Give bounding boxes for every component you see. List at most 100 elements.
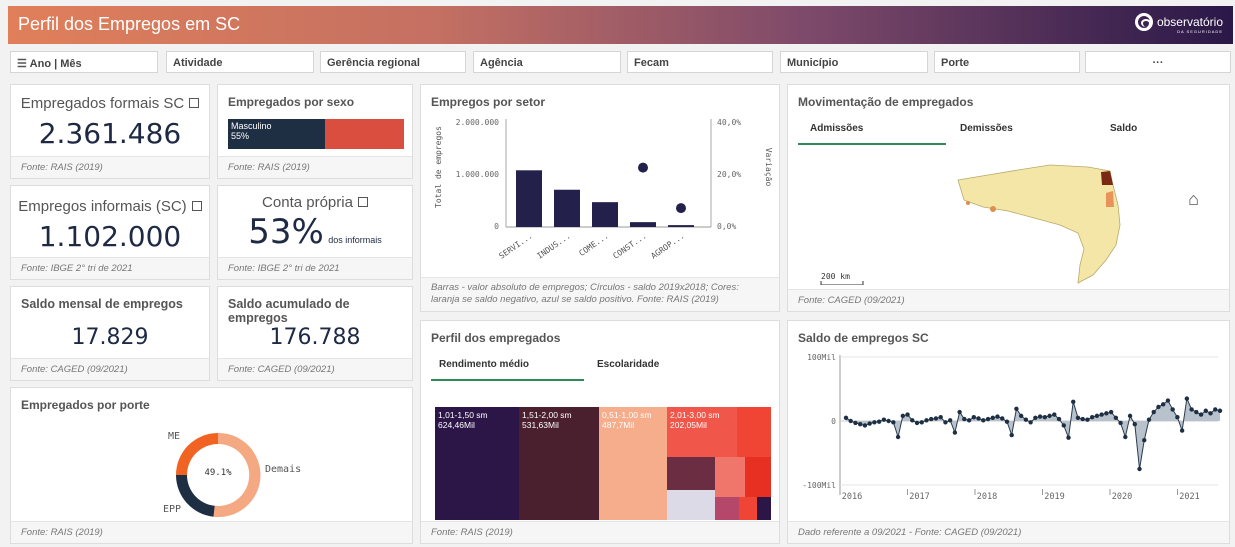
donut-center-label: 49.1%: [204, 468, 232, 478]
treemap-cell[interactable]: [667, 490, 715, 520]
sexo-bar-feminino[interactable]: [324, 119, 404, 149]
more-filters-button[interactable]: ···: [1085, 51, 1231, 73]
saldo-xtick-label: 2016: [842, 492, 862, 502]
treemap-cell[interactable]: [715, 497, 739, 520]
logo-icon: [1134, 13, 1153, 31]
setor-bar-chart[interactable]: Total de empregos Variação 2.000.000 1.0…: [421, 107, 781, 267]
saldo-point: [1142, 438, 1147, 443]
sc-map[interactable]: 200 km: [788, 145, 1231, 285]
treemap-cell[interactable]: 1,01-1,50 sm 624,46Mil: [435, 407, 519, 520]
saldo-area: [846, 398, 1220, 469]
treemap-cell[interactable]: 1,51-2,00 sm 531,63Mil: [519, 407, 599, 520]
treemap-cell[interactable]: [739, 497, 757, 520]
filter-label: Gerência regional: [327, 57, 420, 69]
setor-panel: Empregos por setor Total de empregos Var…: [420, 84, 780, 312]
setor-ytick-1: 1.000.000: [456, 170, 500, 179]
treemap-cell[interactable]: [667, 457, 715, 490]
external-link-icon[interactable]: [357, 197, 368, 207]
tab-admissoes[interactable]: Admissões: [810, 123, 863, 134]
treemap-cell[interactable]: [757, 497, 771, 520]
treemap-cell[interactable]: [745, 457, 771, 497]
perfil-treemap[interactable]: 1,01-1,50 sm 624,46Mil 1,51-2,00 sm 531,63…: [435, 407, 771, 520]
saldo-point: [1203, 408, 1208, 413]
external-link-icon[interactable]: [189, 98, 200, 108]
saldo-point: [895, 434, 901, 440]
map-region-highlight: [1106, 191, 1114, 207]
saldo-xtick-label: 2017: [909, 492, 929, 502]
setor-bar: [516, 170, 542, 227]
saldo-point: [924, 418, 929, 423]
saldo-point: [848, 418, 853, 424]
saldo-point: [1047, 413, 1052, 419]
kpi-formais-source: Fonte: RAIS (2019): [11, 156, 209, 178]
observatorio-logo[interactable]: observatório DA SEGURIDADE: [1134, 13, 1223, 34]
saldo-point: [1085, 417, 1090, 422]
mov-source: Fonte: CAGED (09/2021): [788, 289, 1229, 311]
sexo-source: Fonte: RAIS (2019): [218, 156, 412, 178]
home-icon[interactable]: ⌂: [1188, 189, 1199, 210]
saldo-point: [1014, 406, 1019, 412]
kpi-conta-propria-label: Conta própria: [218, 194, 412, 211]
saldo-line-chart[interactable]: 100Mil 0 -100Mil 2016 2017 2018 2019 2020 202…: [788, 347, 1231, 517]
saldo-point: [876, 419, 882, 424]
saldo-point: [957, 409, 962, 415]
filter-agencia[interactable]: Agência: [473, 51, 621, 73]
saldo-point: [1061, 423, 1066, 428]
saldo-xtick-label: 2019: [1044, 492, 1064, 502]
saldo-point: [1080, 416, 1085, 422]
saldo-point: [1213, 407, 1218, 412]
saldo-point: [1137, 466, 1142, 472]
saldo-point: [1028, 420, 1033, 425]
treemap-cell[interactable]: 2,01-3,00 sm 202,05Mil: [667, 407, 737, 457]
perfil-title: Perfil dos empregados: [431, 331, 561, 345]
logo-subtext: DA SEGURIDADE: [1177, 29, 1223, 34]
kpi-saldo-mensal-label: Saldo mensal de empregos: [21, 297, 183, 311]
kpi-conta-propria-panel: Conta própria 53% dos informais Fonte: I…: [217, 185, 413, 280]
saldo-point: [1160, 402, 1166, 407]
filter-label: Porte: [941, 57, 970, 69]
saldo-point: [990, 415, 995, 420]
saldo-point: [1146, 417, 1152, 422]
donut-slice-epp: [176, 475, 215, 517]
more-icon: ···: [1152, 57, 1164, 69]
saldo-point: [905, 412, 910, 417]
filter-label: Ano | Mês: [29, 58, 82, 70]
filter-label: Fecam: [634, 57, 669, 69]
saldo-point: [886, 418, 891, 424]
saldo-point: [1099, 412, 1104, 417]
filter-porte[interactable]: Porte: [934, 51, 1080, 73]
filter-fecam[interactable]: Fecam: [627, 51, 773, 73]
saldo-point: [872, 420, 877, 425]
treemap-cell[interactable]: 0,51-1,00 sm 487,7Mil: [599, 407, 667, 520]
saldo-point: [891, 420, 896, 425]
treemap-cell[interactable]: [715, 457, 745, 497]
kpi-saldo-acumulado-value: 176.788: [269, 325, 361, 350]
tab-rendimento-medio[interactable]: Rendimento médio: [439, 359, 529, 370]
filter-municipio[interactable]: Município: [780, 51, 928, 73]
filter-bar: ☰ Ano | Mês Atividade Gerência regional …: [10, 51, 1232, 73]
saldo-point: [1127, 413, 1133, 419]
donut-label-me: ME: [168, 431, 180, 442]
saldo-point: [910, 418, 915, 423]
saldo-point: [971, 414, 977, 420]
tab-saldo[interactable]: Saldo: [1110, 123, 1137, 134]
external-link-icon[interactable]: [191, 201, 202, 211]
filter-ano-mes[interactable]: ☰ Ano | Mês: [10, 51, 158, 73]
sexo-stacked-bar[interactable]: Masculino 55%: [228, 119, 404, 149]
filter-atividade[interactable]: Atividade: [166, 51, 314, 73]
sexo-bar-masculino[interactable]: Masculino 55%: [228, 119, 325, 149]
treemap-cell[interactable]: [737, 407, 771, 457]
perfil-panel: Perfil dos empregados Rendimento médio E…: [420, 320, 780, 544]
filter-gerencia-regional[interactable]: Gerência regional: [320, 51, 466, 73]
tab-escolaridade[interactable]: Escolaridade: [597, 359, 659, 370]
saldo-point: [1009, 432, 1014, 438]
tab-demissoes[interactable]: Demissões: [960, 123, 1013, 134]
kpi-saldo-acumulado-source: Fonte: CAGED (09/2021): [218, 358, 412, 380]
saldo-point: [966, 418, 972, 423]
saldo-point: [929, 416, 934, 422]
setor-xtick-label: INDUS...: [535, 231, 572, 260]
saldo-point: [976, 416, 981, 421]
saldo-point: [843, 415, 849, 420]
saldo-point: [1151, 409, 1156, 415]
saldo-point: [919, 420, 924, 425]
